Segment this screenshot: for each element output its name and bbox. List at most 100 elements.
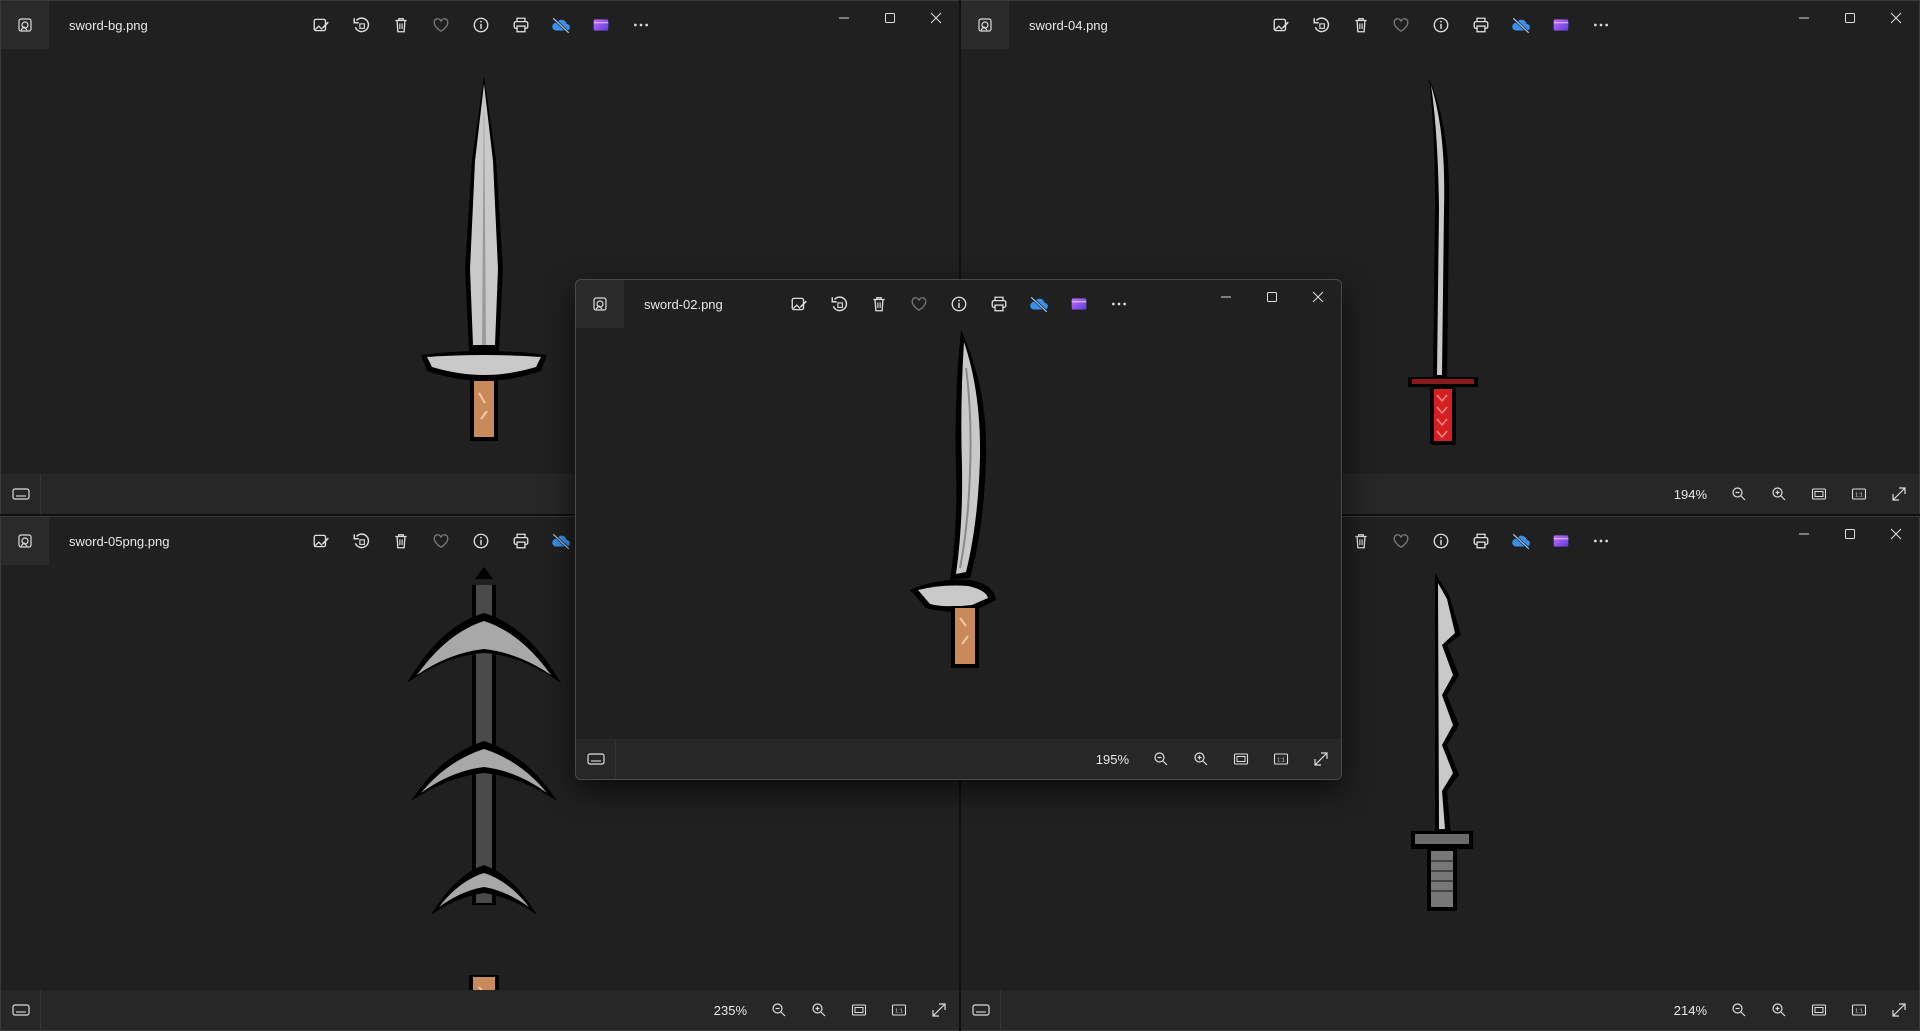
edit-image-icon[interactable] bbox=[301, 11, 341, 39]
maximize-button[interactable] bbox=[1827, 517, 1873, 551]
info-icon[interactable] bbox=[1421, 527, 1461, 555]
rotate-icon[interactable] bbox=[819, 290, 859, 318]
status-bar: 235% bbox=[1, 990, 959, 1030]
rotate-icon[interactable] bbox=[1301, 11, 1341, 39]
actual-size-icon[interactable] bbox=[1839, 474, 1879, 514]
favorite-heart-icon[interactable] bbox=[421, 11, 461, 39]
zoom-level[interactable]: 214% bbox=[1674, 1003, 1707, 1018]
info-icon[interactable] bbox=[1421, 11, 1461, 39]
sword-02-image bbox=[910, 330, 996, 668]
zoom-in-icon[interactable] bbox=[799, 990, 839, 1030]
delete-icon[interactable] bbox=[381, 11, 421, 39]
maximize-button[interactable] bbox=[1827, 1, 1873, 35]
zoom-out-icon[interactable] bbox=[759, 990, 799, 1030]
minimize-button[interactable] bbox=[1203, 280, 1249, 314]
photos-app-icon[interactable] bbox=[961, 1, 1009, 49]
favorite-heart-icon[interactable] bbox=[1381, 11, 1421, 39]
fit-to-window-icon[interactable] bbox=[1799, 474, 1839, 514]
full-screen-icon[interactable] bbox=[919, 990, 959, 1030]
photos-app-icon[interactable] bbox=[1, 1, 49, 49]
print-icon[interactable] bbox=[1461, 527, 1501, 555]
image-canvas[interactable] bbox=[576, 328, 1341, 739]
onedrive-cloud-icon[interactable] bbox=[1019, 290, 1059, 318]
caption-buttons bbox=[1781, 517, 1919, 551]
delete-icon[interactable] bbox=[1341, 527, 1381, 555]
edit-image-icon[interactable] bbox=[301, 527, 341, 555]
clipchamp-icon[interactable] bbox=[1541, 527, 1581, 555]
zoom-in-icon[interactable] bbox=[1759, 990, 1799, 1030]
zoom-level[interactable]: 194% bbox=[1674, 487, 1707, 502]
edit-image-icon[interactable] bbox=[779, 290, 819, 318]
rotate-icon[interactable] bbox=[341, 11, 381, 39]
close-button[interactable] bbox=[1873, 1, 1919, 35]
onedrive-cloud-icon[interactable] bbox=[541, 11, 581, 39]
fit-to-window-icon[interactable] bbox=[839, 990, 879, 1030]
close-button[interactable] bbox=[913, 1, 959, 35]
photos-app-icon[interactable] bbox=[576, 280, 624, 328]
maximize-button[interactable] bbox=[1249, 280, 1295, 314]
caption-buttons bbox=[821, 1, 959, 35]
delete-icon[interactable] bbox=[1341, 11, 1381, 39]
maximize-button[interactable] bbox=[867, 1, 913, 35]
actual-size-icon[interactable] bbox=[1261, 739, 1301, 779]
fit-to-window-icon[interactable] bbox=[1799, 990, 1839, 1030]
zoom-out-icon[interactable] bbox=[1719, 990, 1759, 1030]
status-bar: 214% bbox=[961, 990, 1919, 1030]
full-screen-icon[interactable] bbox=[1879, 990, 1919, 1030]
zoom-controls: 214% bbox=[1674, 990, 1919, 1030]
zoom-in-icon[interactable] bbox=[1181, 739, 1221, 779]
toolbar bbox=[301, 527, 581, 555]
photos-window-center: sword-02.png 195% bbox=[575, 279, 1342, 780]
rotate-icon[interactable] bbox=[341, 527, 381, 555]
close-button[interactable] bbox=[1873, 517, 1919, 551]
more-options-icon[interactable] bbox=[1581, 527, 1621, 555]
actual-size-icon[interactable] bbox=[879, 990, 919, 1030]
onedrive-cloud-icon[interactable] bbox=[1501, 11, 1541, 39]
window-title: sword-bg.png bbox=[69, 17, 148, 33]
zoom-controls: 235% bbox=[714, 990, 959, 1030]
info-icon[interactable] bbox=[939, 290, 979, 318]
filmstrip-toggle-icon[interactable] bbox=[576, 739, 616, 779]
full-screen-icon[interactable] bbox=[1301, 739, 1341, 779]
caption-buttons bbox=[1203, 280, 1341, 314]
more-options-icon[interactable] bbox=[1581, 11, 1621, 39]
info-icon[interactable] bbox=[461, 527, 501, 555]
photos-app-icon[interactable] bbox=[1, 517, 49, 565]
clipchamp-icon[interactable] bbox=[581, 11, 621, 39]
window-title: sword-02.png bbox=[644, 296, 723, 312]
filmstrip-toggle-icon[interactable] bbox=[961, 990, 1001, 1030]
actual-size-icon[interactable] bbox=[1839, 990, 1879, 1030]
delete-icon[interactable] bbox=[381, 527, 421, 555]
zoom-level[interactable]: 195% bbox=[1096, 752, 1129, 767]
zoom-out-icon[interactable] bbox=[1141, 739, 1181, 779]
filmstrip-toggle-icon[interactable] bbox=[1, 474, 41, 514]
minimize-button[interactable] bbox=[1781, 1, 1827, 35]
minimize-button[interactable] bbox=[1781, 517, 1827, 551]
zoom-out-icon[interactable] bbox=[1719, 474, 1759, 514]
print-icon[interactable] bbox=[1461, 11, 1501, 39]
clipchamp-icon[interactable] bbox=[1059, 290, 1099, 318]
favorite-heart-icon[interactable] bbox=[899, 290, 939, 318]
favorite-heart-icon[interactable] bbox=[1381, 527, 1421, 555]
filmstrip-toggle-icon[interactable] bbox=[1, 990, 41, 1030]
zoom-in-icon[interactable] bbox=[1759, 474, 1799, 514]
fit-to-window-icon[interactable] bbox=[1221, 739, 1261, 779]
print-icon[interactable] bbox=[979, 290, 1019, 318]
print-icon[interactable] bbox=[501, 527, 541, 555]
zoom-controls: 194% bbox=[1674, 474, 1919, 514]
window-title: sword-05png.png bbox=[69, 533, 170, 549]
zoom-level[interactable]: 235% bbox=[714, 1003, 747, 1018]
more-options-icon[interactable] bbox=[621, 11, 661, 39]
info-icon[interactable] bbox=[461, 11, 501, 39]
close-button[interactable] bbox=[1295, 280, 1341, 314]
delete-icon[interactable] bbox=[859, 290, 899, 318]
onedrive-cloud-icon[interactable] bbox=[1501, 527, 1541, 555]
more-options-icon[interactable] bbox=[1099, 290, 1139, 318]
full-screen-icon[interactable] bbox=[1879, 474, 1919, 514]
favorite-heart-icon[interactable] bbox=[421, 527, 461, 555]
clipchamp-icon[interactable] bbox=[1541, 11, 1581, 39]
window-title: sword-04.png bbox=[1029, 17, 1108, 33]
print-icon[interactable] bbox=[501, 11, 541, 39]
edit-image-icon[interactable] bbox=[1261, 11, 1301, 39]
minimize-button[interactable] bbox=[821, 1, 867, 35]
